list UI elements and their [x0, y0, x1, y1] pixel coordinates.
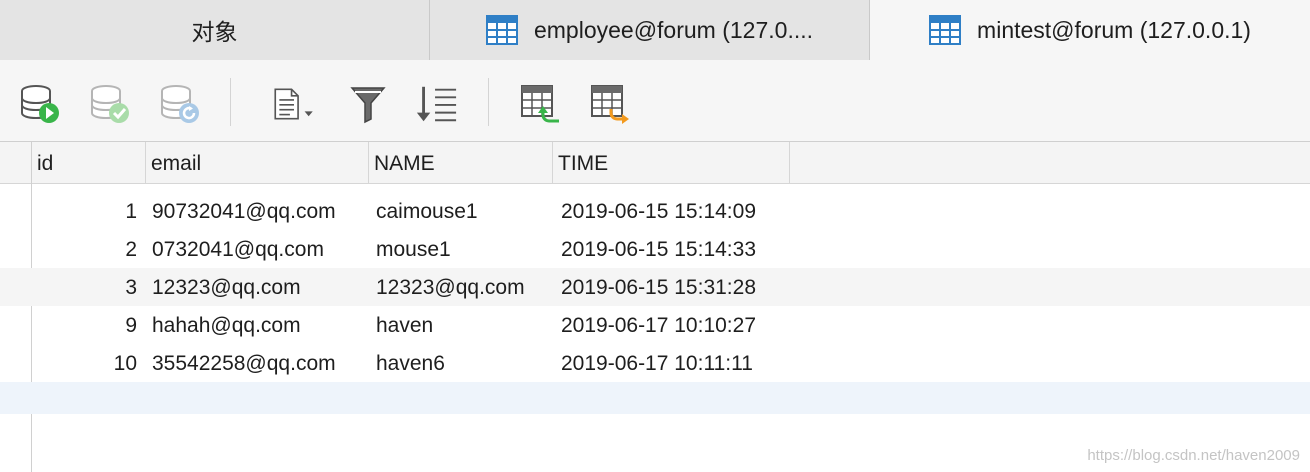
cell-time[interactable]: 2019-06-15 15:14:09 — [561, 192, 789, 230]
table-row[interactable]: 2 0732041@qq.com mouse1 2019-06-15 15:14… — [0, 230, 1310, 268]
cell-id[interactable]: 9 — [33, 306, 137, 344]
import-icon — [521, 85, 559, 123]
export-icon — [591, 85, 629, 124]
tab-mintest-forum[interactable]: mintest@forum (127.0.0.1) — [870, 0, 1310, 60]
sort-icon — [416, 86, 457, 122]
tab-employee-forum[interactable]: employee@forum (127.0.... — [430, 0, 870, 60]
filter-icon — [350, 87, 386, 124]
cell-email[interactable]: 35542258@qq.com — [152, 344, 366, 382]
rollback-icon — [161, 85, 199, 123]
header-corner — [0, 142, 32, 184]
cell-name[interactable]: 12323@qq.com — [376, 268, 552, 306]
column-header-name[interactable]: NAME — [369, 142, 553, 184]
cell-id[interactable]: 3 — [33, 268, 137, 306]
rollback-button[interactable] — [158, 82, 202, 126]
cell-time[interactable]: 2019-06-15 15:14:33 — [561, 230, 789, 268]
text-view-icon — [274, 88, 313, 120]
watermark: https://blog.csdn.net/haven2009 — [1087, 447, 1300, 464]
cell-id[interactable]: 10 — [33, 344, 137, 382]
toolbar — [0, 60, 1310, 142]
data-grid: id email NAME TIME 1 90732041@qq.com cai… — [0, 142, 1310, 472]
cell-email[interactable]: 12323@qq.com — [152, 268, 366, 306]
column-header-email[interactable]: email — [146, 142, 369, 184]
table-row[interactable]: 3 12323@qq.com 12323@qq.com 2019-06-15 1… — [0, 268, 1310, 306]
toolbar-separator — [488, 78, 489, 126]
export-button[interactable] — [588, 82, 632, 126]
table-icon — [929, 15, 962, 45]
commit-icon — [91, 85, 129, 123]
text-view-button[interactable] — [272, 82, 316, 126]
begin-transaction-icon — [21, 85, 59, 123]
cell-name[interactable]: caimouse1 — [376, 192, 552, 230]
column-header-id[interactable]: id — [32, 142, 146, 184]
cell-time[interactable]: 2019-06-17 10:11:11 — [561, 344, 789, 382]
table-row[interactable]: 1 90732041@qq.com caimouse1 2019-06-15 1… — [0, 192, 1310, 230]
cell-id[interactable]: 2 — [33, 230, 137, 268]
cell-id[interactable]: 1 — [33, 192, 137, 230]
grid-header: id email NAME TIME — [0, 142, 1310, 184]
tab-label: mintest@forum (127.0.0.1) — [977, 16, 1251, 43]
tab-label: 对象 — [191, 19, 238, 45]
column-header-time[interactable]: TIME — [553, 142, 790, 184]
table-row[interactable]: 10 35542258@qq.com haven6 2019-06-17 10:… — [0, 344, 1310, 382]
new-row[interactable] — [0, 382, 1310, 414]
tab-label: employee@forum (127.0.... — [533, 16, 814, 43]
import-button[interactable] — [518, 82, 562, 126]
commit-button[interactable] — [88, 82, 132, 126]
cell-time[interactable]: 2019-06-17 10:10:27 — [561, 306, 789, 344]
cell-name[interactable]: haven — [376, 306, 552, 344]
tab-objects[interactable]: 对象 — [0, 0, 430, 60]
begin-transaction-button[interactable] — [18, 82, 62, 126]
cell-name[interactable]: haven6 — [376, 344, 552, 382]
filter-button[interactable] — [346, 82, 390, 126]
table-row[interactable]: 9 hahah@qq.com haven 2019-06-17 10:10:27 — [0, 306, 1310, 344]
cell-time[interactable]: 2019-06-15 15:31:28 — [561, 268, 789, 306]
cell-email[interactable]: 0732041@qq.com — [152, 230, 366, 268]
cell-name[interactable]: mouse1 — [376, 230, 552, 268]
table-icon — [485, 15, 518, 45]
cell-email[interactable]: 90732041@qq.com — [152, 192, 366, 230]
toolbar-separator — [230, 78, 231, 126]
cell-email[interactable]: hahah@qq.com — [152, 306, 366, 344]
tab-bar: 对象 employee@forum (127.0.... mintest@for… — [0, 0, 1310, 60]
sort-button[interactable] — [414, 82, 458, 126]
